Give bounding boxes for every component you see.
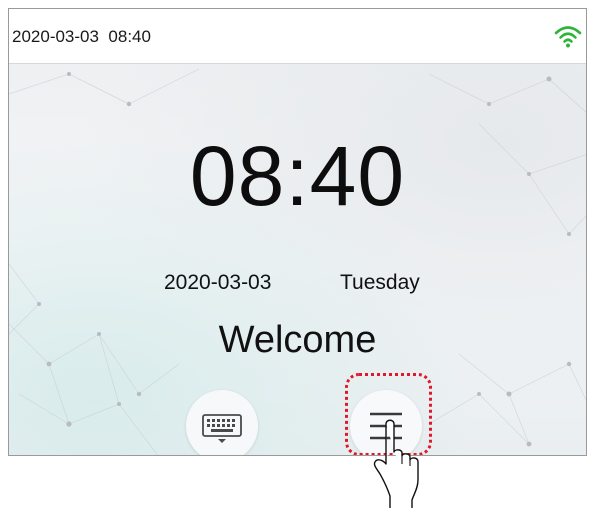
- home-screen: 08:40 2020-03-03 Tuesday Welcome: [9, 64, 586, 455]
- date-text: 2020-03-03: [164, 271, 272, 294]
- background-network-pattern: [9, 68, 586, 455]
- status-datetime: 2020-03-03 08:40: [12, 27, 151, 46]
- keyboard-button[interactable]: [186, 390, 258, 455]
- wifi-icon: [554, 26, 582, 48]
- weekday-text: Tuesday: [340, 271, 420, 294]
- keyboard-icon: [202, 414, 242, 443]
- hand-pointer-icon: [373, 419, 419, 508]
- device-screen: 2020-03-03 08:40 08:40 2020-03-03 Tuesda…: [8, 8, 587, 456]
- clock-display: 08:40: [189, 129, 406, 223]
- welcome-message: Welcome: [218, 319, 377, 361]
- status-bar: 2020-03-03 08:40: [9, 9, 586, 64]
